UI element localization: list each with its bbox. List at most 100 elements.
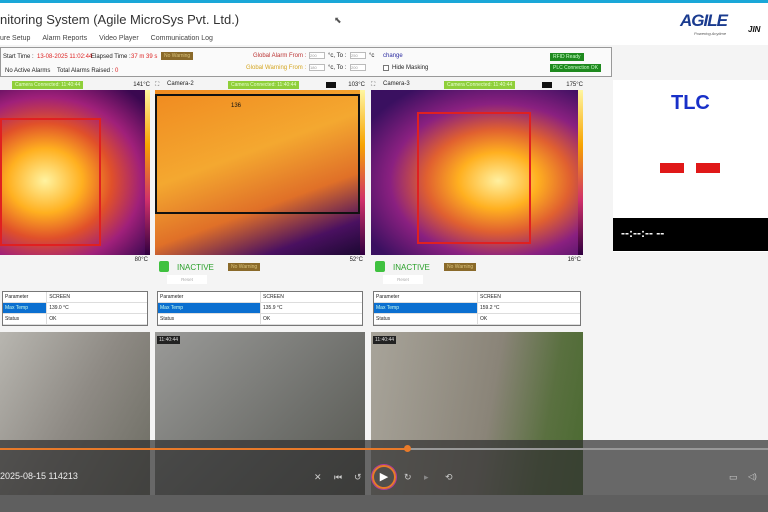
min-scale-temp: 52°C (349, 257, 363, 263)
status-panel: Start Time : 13-08-2025 11:02:44 Elapsed… (0, 47, 612, 77)
thermal-image (371, 90, 583, 255)
alarm-unit: °c (369, 53, 375, 59)
reset-button[interactable]: Reset (383, 275, 423, 284)
alarm-to-input[interactable]: 250 (350, 52, 366, 59)
max-scale-temp: 141°C (133, 82, 150, 88)
warning-badge: No Warning (161, 52, 194, 60)
cctv-timestamp: 11:40:44 (373, 336, 397, 344)
rfid-status: RFID Ready (550, 53, 584, 61)
rewind-10-icon[interactable]: ↺ (354, 472, 362, 483)
screen-header: SCREEN (477, 292, 580, 302)
camera-panel-3: ⛶ Camera-3 Camera Connected: 11:40:44 17… (371, 80, 583, 497)
max-temp-value: 135.9 °C (260, 303, 362, 313)
tlc-display: TLC --:--:-- -- (613, 80, 768, 252)
max-temp-value: 159.2 °C (477, 303, 580, 313)
status-value: OK (46, 314, 147, 324)
seek-progress (0, 448, 408, 450)
warning-to-input[interactable]: 200 (350, 64, 366, 71)
reset-button[interactable]: Reset (167, 275, 207, 284)
max-temp-label[interactable]: Max Temp (158, 303, 260, 313)
status-label: Status (5, 316, 20, 322)
temperature-scale-bar (578, 90, 583, 255)
agile-logo: AGILE Powering Anytime (680, 11, 728, 36)
max-scale-temp: 103°C (348, 82, 365, 88)
temperature-scale-bar (145, 90, 150, 255)
elapsed-time-label: Elapsed Time : (91, 54, 131, 60)
screen-header: SCREEN (46, 292, 147, 302)
thermal-image: 136 (155, 90, 365, 255)
roi-box (0, 118, 101, 246)
camera-state: INACTIVE (177, 263, 214, 272)
parameter-header: Parameter (5, 294, 29, 300)
menu-hardware-setup[interactable]: ure Setup (0, 35, 30, 42)
camera-connected-badge: Camera Connected: 11:40:44 (228, 81, 300, 89)
thermal-image (0, 90, 150, 255)
player-bottom-bar (0, 495, 768, 512)
alarm-from-input[interactable]: 200 (309, 52, 325, 59)
app-header: nitoring System (Agile MicroSys Pvt. Ltd… (0, 3, 768, 45)
menu-alarm-reports[interactable]: Alarm Reports (42, 35, 87, 42)
parameter-table: Parameter SCREEN Max Temp 159.2 °C Status O… (373, 291, 581, 326)
total-alarms-label: Total Alarms Raised : (57, 68, 114, 74)
forward-30-icon[interactable]: ↻ (404, 472, 412, 483)
tlc-title: TLC (671, 92, 710, 114)
alarm-lamp-icon (375, 261, 385, 272)
max-temp-label[interactable]: Max Temp (374, 303, 477, 313)
record-camera-icon[interactable] (326, 82, 336, 88)
expand-icon[interactable]: ⛶ (371, 82, 375, 89)
status-label: Status (376, 316, 391, 322)
min-scale-temp: 80°C (134, 257, 148, 263)
menu-communication-log[interactable]: Communication Log (151, 35, 213, 42)
red-indicator (696, 163, 720, 173)
max-scale-temp: 175°C (566, 82, 583, 88)
alarm-lamp-icon (159, 261, 169, 272)
camera-connected-badge: Camera Connected: 11:40:44 (12, 81, 84, 89)
temperature-scale-bar (360, 90, 365, 255)
main-menu: ure Setup Alarm Reports Video Player Com… (0, 35, 213, 42)
video-timestamp: 2025-08-15 114213 (0, 471, 78, 481)
parameter-table: Parameter SCREEN Max Temp 139.0 °C Status O… (2, 291, 148, 326)
skip-previous-icon[interactable]: ⏮ (334, 472, 342, 483)
hide-masking-label: Hide Masking (392, 65, 429, 71)
shuffle-icon[interactable]: ✕ (314, 472, 322, 483)
max-temp-value: 139.0 °C (46, 303, 147, 313)
warning-from-input[interactable]: 180 (309, 64, 325, 71)
status-value: OK (260, 314, 362, 324)
camera-name: Camera-2 (167, 81, 194, 87)
camera-panel-1: Camera Connected: 11:40:44 141°C 80°C Pa… (0, 80, 150, 497)
menu-video-player[interactable]: Video Player (99, 35, 139, 42)
min-scale-temp: 16°C (567, 257, 581, 263)
change-link[interactable]: change (383, 53, 403, 59)
roi-box (155, 94, 360, 214)
hide-masking-checkbox[interactable] (383, 65, 389, 71)
expand-icon[interactable]: ⛶ (155, 82, 159, 89)
seek-handle[interactable] (404, 445, 412, 452)
global-alarm-label: Global Alarm From : (253, 53, 307, 59)
start-time-label: Start Time : (3, 54, 34, 60)
camera-state: INACTIVE (393, 263, 430, 272)
record-camera-icon[interactable] (542, 82, 552, 88)
camera-panel-2: ⛶ Camera-2 Camera Connected: 11:40:44 10… (155, 80, 365, 497)
skip-next-icon[interactable]: ▸ (424, 472, 429, 483)
miniplayer-icon[interactable]: ▭ (729, 472, 738, 483)
parameter-header: Parameter (376, 294, 400, 300)
parameter-table: Parameter SCREEN Max Temp 135.9 °C Status O… (157, 291, 363, 326)
roi-box (417, 112, 531, 244)
camera-name: Camera-3 (383, 81, 410, 87)
status-label: Status (160, 316, 175, 322)
repeat-off-icon[interactable]: ⟲ (445, 472, 453, 483)
active-alarms-text: No Active Alarms (5, 68, 51, 74)
alarm-to-label: °c, To : (328, 53, 347, 59)
play-button[interactable]: ▶ (372, 465, 396, 489)
cctv-timestamp: 11:40:44 (157, 336, 181, 344)
total-alarms-value: 0 (115, 68, 119, 74)
spot-temp: 136 (231, 103, 242, 109)
app-title: nitoring System (Agile MicroSys Pvt. Ltd… (0, 12, 240, 27)
tlc-code-display: --:--:-- -- (613, 218, 768, 251)
max-temp-label[interactable]: Max Temp (3, 303, 47, 313)
parameter-header: Parameter (160, 294, 184, 300)
start-time-value: 13-08-2025 11:02:44 (37, 54, 93, 60)
partner-logo: JIN (748, 25, 761, 34)
volume-icon[interactable]: ◁) (748, 472, 757, 481)
warning-to-label: °c, To : (328, 65, 347, 71)
